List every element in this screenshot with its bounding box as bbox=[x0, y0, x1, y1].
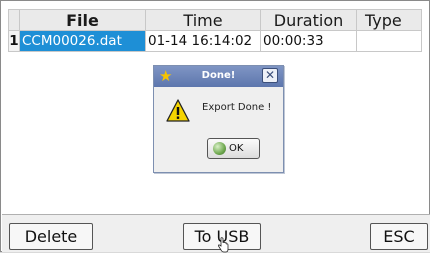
cell-file[interactable]: CCM00026.dat bbox=[19, 30, 146, 52]
column-header-type[interactable]: Type bbox=[356, 9, 422, 31]
cell-time[interactable]: 01-14 16:14:02 bbox=[145, 30, 261, 52]
export-done-dialog: ★ Done! ✕ Export Done ! OK bbox=[153, 65, 284, 173]
dialog-titlebar[interactable]: ★ Done! ✕ bbox=[154, 66, 283, 87]
table-header-row: File Time Duration Type bbox=[8, 9, 422, 31]
bottom-toolbar: Delete To USB ESC bbox=[2, 214, 430, 252]
header-corner bbox=[8, 9, 20, 31]
delete-button[interactable]: Delete bbox=[9, 223, 93, 250]
screen: File Time Duration Type 1 CCM00026.dat 0… bbox=[0, 0, 430, 253]
ok-button[interactable]: OK bbox=[207, 138, 260, 159]
ok-ball-icon bbox=[213, 142, 226, 155]
row-number: 1 bbox=[8, 30, 20, 52]
file-table: File Time Duration Type 1 CCM00026.dat 0… bbox=[8, 9, 422, 52]
cell-type[interactable] bbox=[356, 30, 422, 52]
hand-cursor-icon bbox=[217, 237, 229, 253]
column-header-time[interactable]: Time bbox=[145, 9, 261, 31]
warning-icon bbox=[166, 99, 190, 122]
esc-button[interactable]: ESC bbox=[370, 223, 428, 250]
dialog-message: Export Done ! bbox=[202, 102, 272, 113]
column-header-file[interactable]: File bbox=[19, 9, 146, 31]
ok-button-label: OK bbox=[229, 143, 244, 154]
column-header-duration[interactable]: Duration bbox=[260, 9, 357, 31]
cell-duration[interactable]: 00:00:33 bbox=[260, 30, 357, 52]
table-row[interactable]: 1 CCM00026.dat 01-14 16:14:02 00:00:33 bbox=[8, 30, 422, 52]
close-button[interactable]: ✕ bbox=[262, 68, 278, 83]
